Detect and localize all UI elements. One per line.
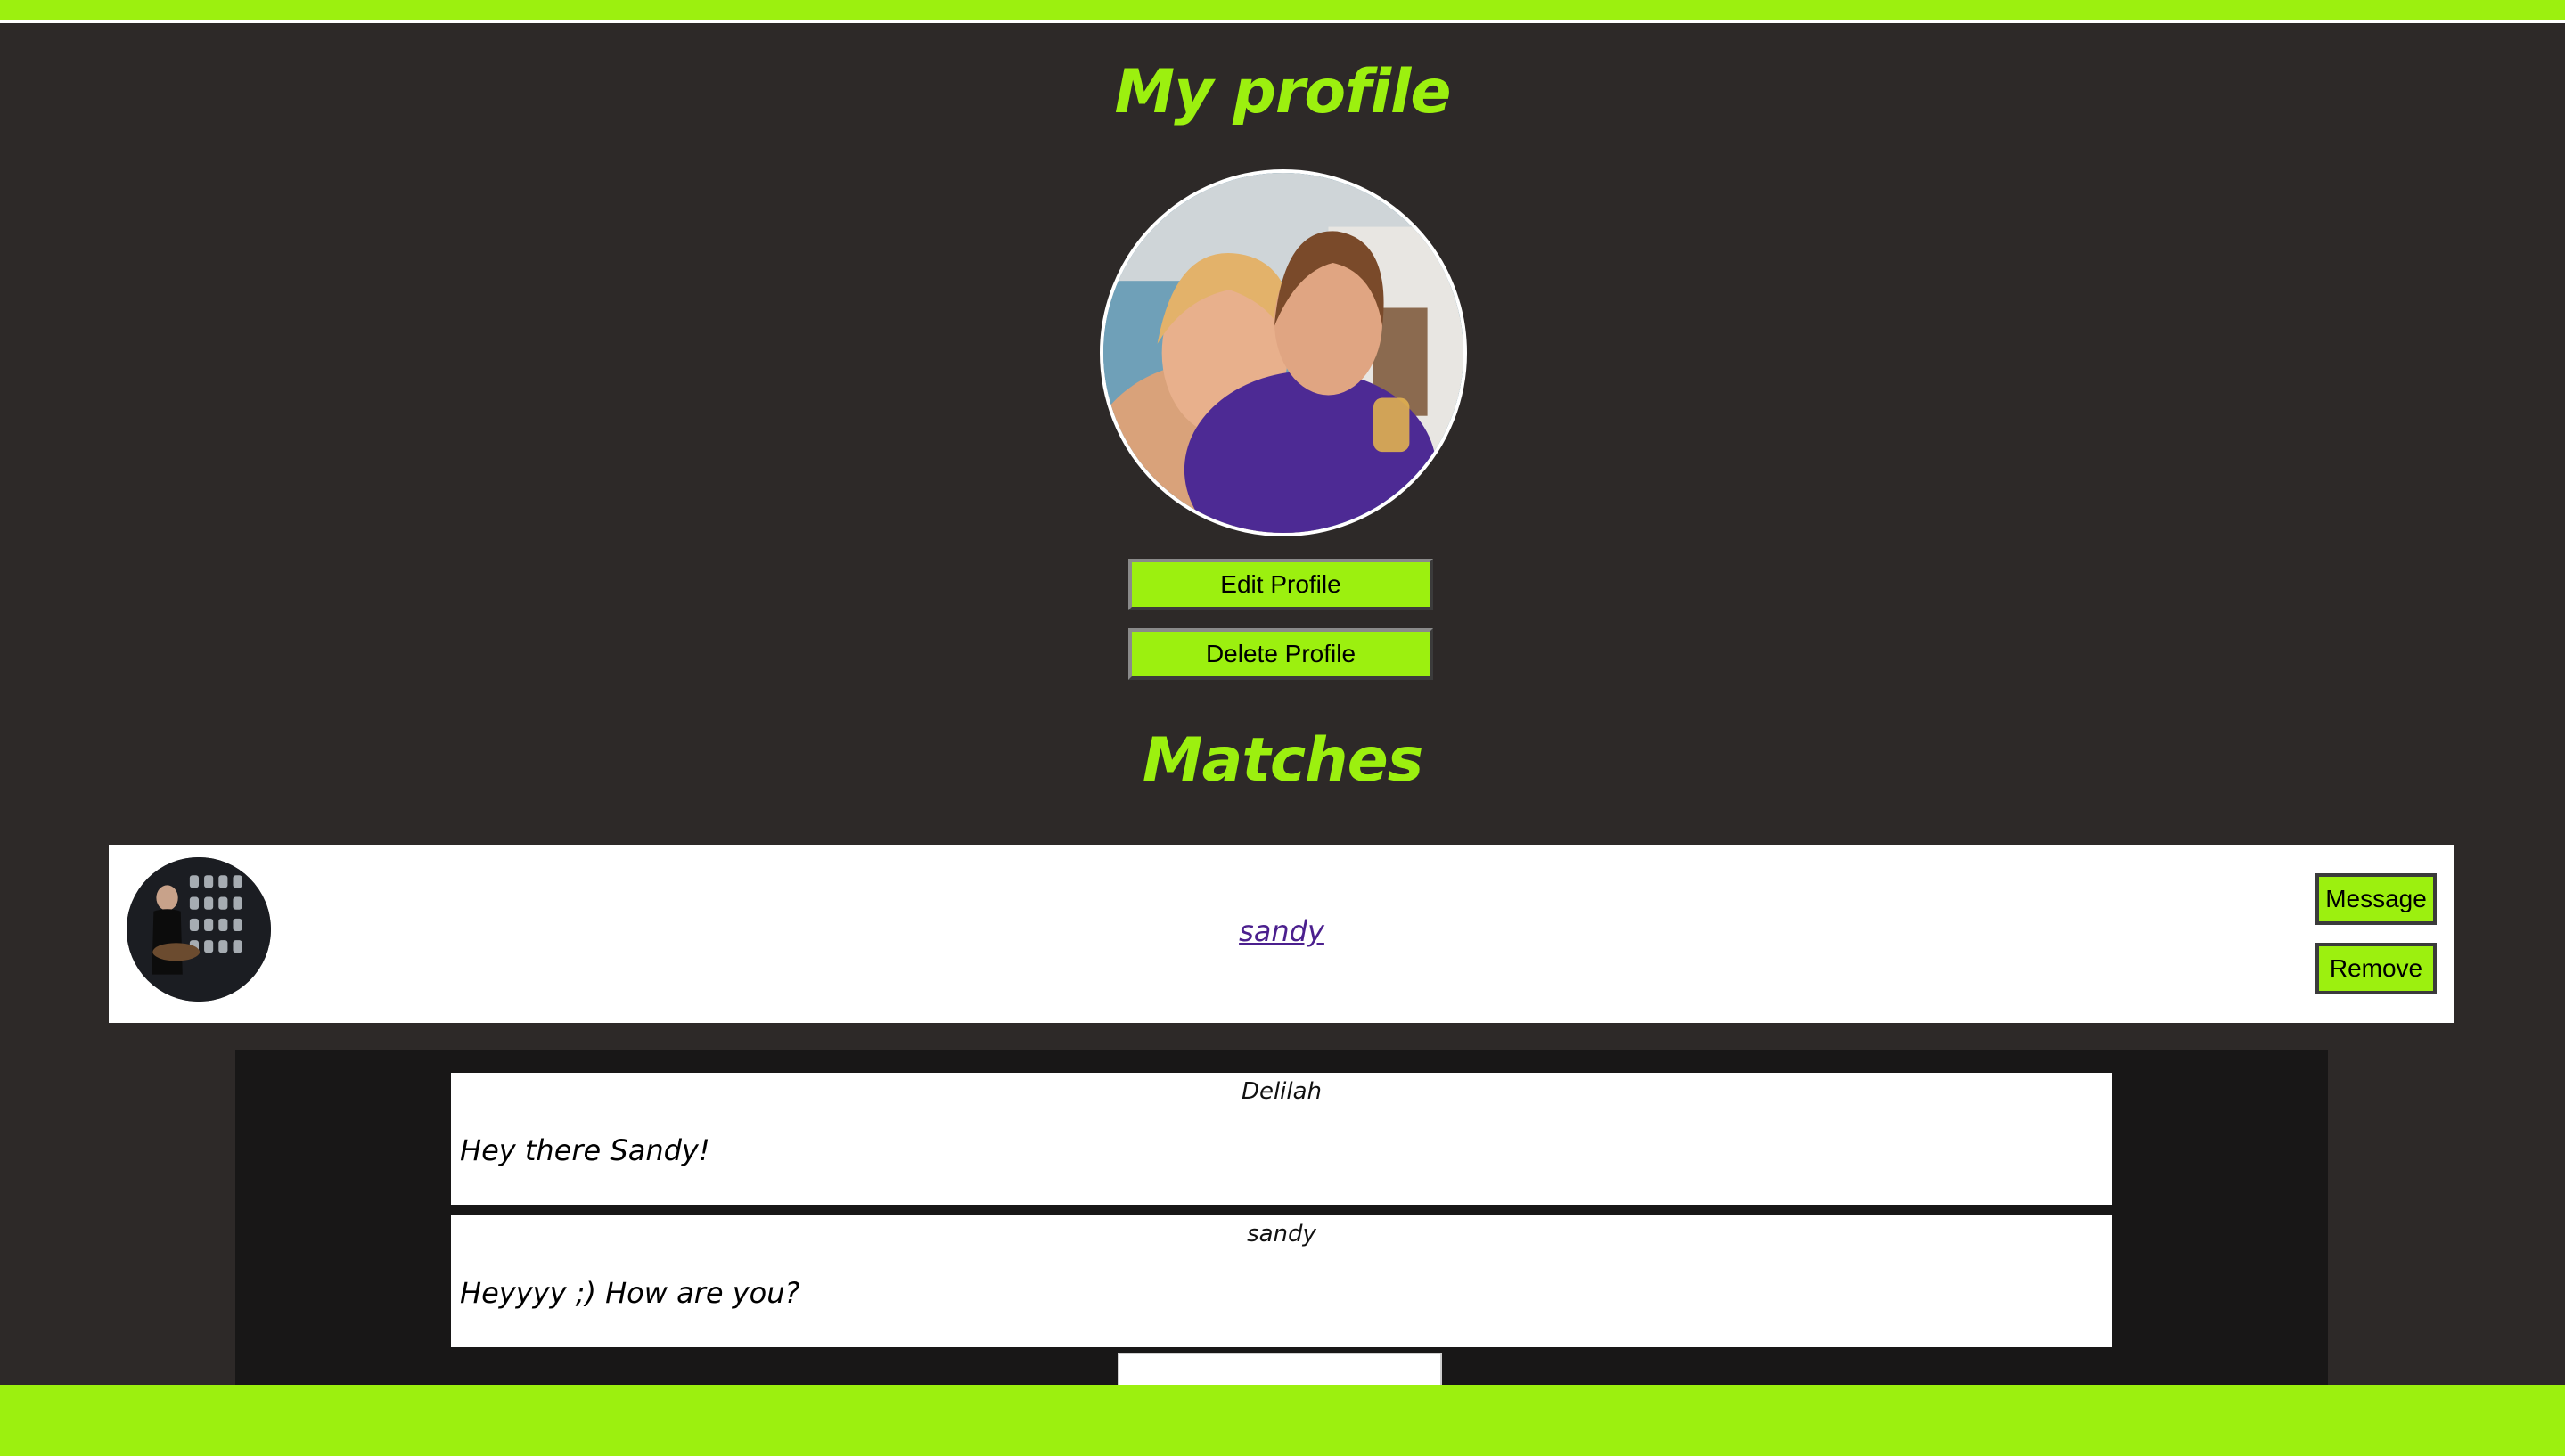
bottom-accent-bar xyxy=(0,1385,2565,1456)
remove-match-button[interactable]: Remove xyxy=(2315,943,2437,994)
message-button[interactable]: Message xyxy=(2315,873,2437,925)
profile-avatar xyxy=(1100,169,1467,536)
top-accent-bar xyxy=(0,0,2565,20)
matches-title: Matches xyxy=(1142,725,1423,796)
profile-photo-icon xyxy=(1103,173,1463,533)
page-title: My profile xyxy=(1114,57,1452,127)
chat-message: Delilah Hey there Sandy! xyxy=(451,1073,2112,1205)
chat-message: sandy Heyyyy ;) How are you? xyxy=(451,1215,2112,1347)
message-text: Hey there Sandy! xyxy=(460,1133,710,1167)
message-author: Delilah xyxy=(1241,1078,1323,1105)
chat-panel: Delilah Hey there Sandy! sandy Heyyyy ;)… xyxy=(235,1050,2328,1397)
message-author: sandy xyxy=(1247,1221,1316,1247)
match-name-link[interactable]: sandy xyxy=(109,914,2454,948)
message-text: Heyyyy ;) How are you? xyxy=(460,1276,800,1310)
match-card: sandy Message Remove xyxy=(109,845,2454,1023)
edit-profile-button[interactable]: Edit Profile xyxy=(1128,559,1433,610)
delete-profile-button[interactable]: Delete Profile xyxy=(1128,628,1433,680)
top-divider xyxy=(0,20,2565,23)
